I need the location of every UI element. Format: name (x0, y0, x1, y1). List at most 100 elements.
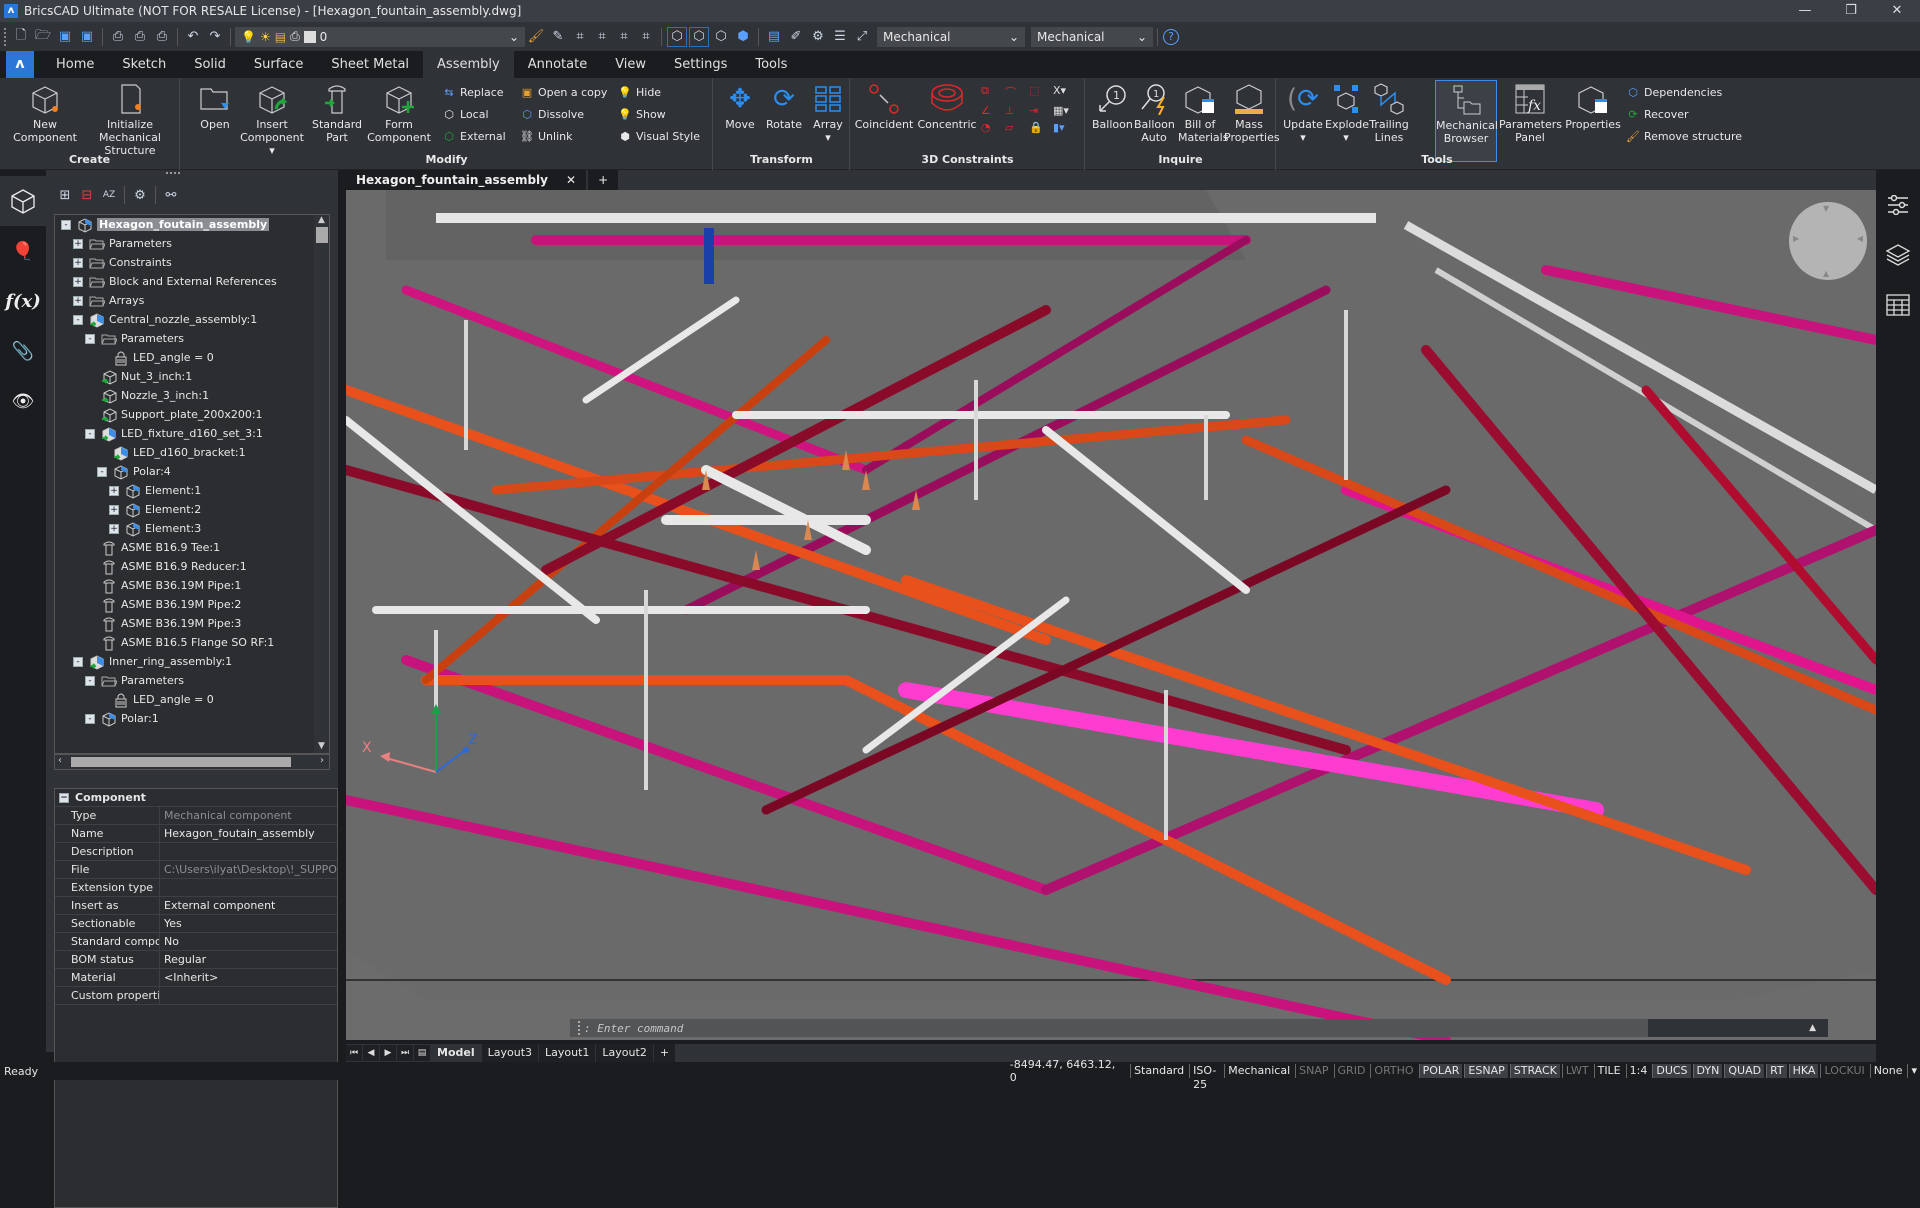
eraser-icon[interactable]: ✐ (786, 27, 806, 47)
rigid-set-icon[interactable]: ▱ (1005, 121, 1029, 134)
property-value[interactable]: <Inherit> (160, 969, 337, 986)
status-toggle-standard[interactable]: Standard (1130, 1064, 1187, 1078)
open-copy-button[interactable]: ▣ Open a copy (519, 83, 608, 101)
tab-surface[interactable]: Surface (240, 51, 318, 78)
status-toggle-esnap[interactable]: ESNAP (1464, 1064, 1508, 1078)
array-button[interactable]: Array ▾ (808, 82, 848, 144)
parallel-constraint-icon[interactable]: ⧉ (981, 84, 1005, 100)
show-button[interactable]: 💡 Show (617, 105, 666, 123)
expand-node-icon[interactable]: + (109, 523, 119, 534)
tree-item[interactable]: - Inner_ring_assembly:1 (55, 652, 329, 671)
visual-style-hidden-icon[interactable]: ⬡ (689, 26, 709, 47)
layout-list-icon[interactable]: ▤ (414, 1045, 430, 1061)
match-properties-icon[interactable]: 🖌 (526, 27, 546, 47)
tree-item[interactable]: + Element:3 (55, 519, 329, 538)
tab-view[interactable]: View (601, 51, 660, 78)
quick-select-icon[interactable]: ⌗ (614, 27, 634, 47)
tree-item[interactable]: + Element:1 (55, 481, 329, 500)
open-file-icon[interactable]: 🗁 (33, 27, 53, 47)
form-component-button[interactable]: Form Component (367, 82, 431, 144)
property-value[interactable]: Hexagon_foutain_assembly (160, 825, 337, 842)
move-button[interactable]: ✥ Move (720, 82, 760, 132)
property-value[interactable] (160, 843, 337, 860)
nav-arrow-bottom-icon[interactable]: ▲ (1823, 269, 1829, 278)
collapse-tree-icon[interactable]: ⊟ (77, 185, 97, 205)
tree-item[interactable]: Nut_3_inch:1 (55, 367, 329, 386)
parameters-panel-button[interactable]: fx Parameters Panel (1499, 82, 1562, 144)
fix-constraint-icon[interactable]: ⬚ (1029, 84, 1053, 100)
balloon-button[interactable]: 1 Balloon (1092, 82, 1133, 131)
visual-style-button[interactable]: ⬢ Visual Style (617, 127, 700, 145)
next-layout-icon[interactable]: ▶ (380, 1045, 396, 1061)
status-toggle-dyn[interactable]: DYN (1692, 1064, 1723, 1078)
mechanical-browser-panel-icon[interactable] (0, 176, 46, 226)
tree-item[interactable]: LED_angle = 0 (55, 690, 329, 709)
unlink-button[interactable]: ⛓ Unlink (519, 127, 572, 145)
property-value[interactable]: Regular (160, 951, 337, 968)
visual-style-shaded-icon[interactable]: ⬢ (733, 27, 753, 47)
collapse-section-icon[interactable]: − (59, 793, 69, 803)
property-value[interactable]: Mechanical component (160, 807, 337, 824)
recover-button[interactable]: ⟳ Recover (1625, 105, 1688, 123)
expand-node-icon[interactable]: + (109, 485, 119, 496)
nav-arrow-right-icon[interactable]: ◀ (1857, 234, 1863, 243)
status-toggle-ducs[interactable]: DUCS (1652, 1064, 1691, 1078)
property-row[interactable]: File C:\Users\ilyat\Desktop\!_SUPPORT (55, 861, 337, 879)
lock-constraint-icon[interactable]: 🔒 (1029, 121, 1053, 134)
tree-item[interactable]: + Element:2 (55, 500, 329, 519)
bill-of-materials-button[interactable]: Bill of Materials (1178, 82, 1228, 144)
status-toggle-strack[interactable]: STRACK (1509, 1064, 1560, 1078)
model-viewport[interactable]: X Z ▼ ▲ ▶ ◀ (346, 190, 1876, 1040)
tree-item[interactable]: LED_d160_bracket:1 (55, 443, 329, 462)
collapse-node-icon[interactable]: - (61, 219, 71, 230)
expand-node-icon[interactable]: + (109, 504, 119, 515)
initialize-structure-button[interactable]: Initialize Mechanical Structure (80, 82, 180, 157)
dissolve-button[interactable]: ⬡ Dissolve (519, 105, 584, 123)
property-row[interactable]: Custom properties (55, 987, 337, 1005)
tree-item[interactable]: + Parameters (55, 234, 329, 253)
coincident-button[interactable]: Coincident (853, 82, 915, 131)
angle-constraint-icon[interactable]: ∠ (981, 104, 1005, 117)
paperclip-icon[interactable]: 📎 (0, 326, 46, 376)
tree-horizontal-scrollbar[interactable]: ‹ › (54, 754, 330, 770)
concentric-button[interactable]: Concentric (917, 82, 977, 131)
new-file-icon[interactable]: 🗋 (11, 27, 31, 47)
help-icon[interactable]: ? (1163, 28, 1179, 45)
standard-part-button[interactable]: Standard Part (309, 82, 365, 144)
show-constraints-icon[interactable]: ▮▾ (1053, 121, 1077, 134)
scroll-thumb[interactable] (315, 227, 328, 243)
explode-button[interactable]: Explode ▾ (1325, 82, 1369, 144)
app-menu-button[interactable]: ʌ (6, 51, 34, 78)
toolbar-grip[interactable] (4, 27, 10, 46)
status-toggle-hka[interactable]: HKA (1788, 1064, 1819, 1078)
layout-tab-model[interactable]: Model (431, 1044, 481, 1062)
property-value[interactable]: No (160, 933, 337, 950)
tree-item[interactable]: - Polar:1 (55, 709, 329, 728)
local-button[interactable]: ⬡ Local (441, 105, 488, 123)
properties-panel-icon[interactable]: ▤ (764, 27, 784, 47)
close-button[interactable]: ✕ (1874, 0, 1920, 22)
property-section-header[interactable]: − Component (55, 789, 337, 807)
external-button[interactable]: ⬡ External (441, 127, 505, 145)
last-layout-icon[interactable]: ⏭ (397, 1045, 413, 1061)
add-layout-button[interactable]: + (653, 1044, 676, 1062)
tree-item[interactable]: ASME B16.5 Flange SO RF:1 (55, 633, 329, 652)
hot-air-balloon-icon[interactable]: 🎈 (0, 226, 46, 276)
status-toggle-snap[interactable]: SNAP (1295, 1064, 1331, 1078)
eyedropper-icon[interactable]: ✎ (548, 27, 568, 47)
select-similar-icon[interactable]: ⌗ (592, 27, 612, 47)
status-toggle-lwt[interactable]: LWT (1561, 1064, 1592, 1078)
first-layout-icon[interactable]: ⏮ (346, 1045, 362, 1061)
sliders-icon[interactable]: ☰ (830, 27, 850, 47)
close-tab-icon[interactable]: ✕ (566, 173, 576, 187)
status-toggle-tile[interactable]: TILE (1593, 1064, 1624, 1078)
remove-structure-button[interactable]: 🖌 Remove structure (1625, 127, 1742, 145)
browser-settings-icon[interactable]: ⚙ (130, 185, 150, 205)
tree-item[interactable]: + Arrays (55, 291, 329, 310)
plot-icon[interactable]: ⎙ (108, 27, 128, 47)
tree-item[interactable]: ASME B36.19M Pipe:3 (55, 614, 329, 633)
array-dropdown-icon[interactable]: ▾ (808, 131, 848, 144)
status-toggle-rt[interactable]: RT (1766, 1064, 1787, 1078)
save-as-icon[interactable]: ▣ (77, 27, 97, 47)
tab-sketch[interactable]: Sketch (108, 51, 180, 78)
